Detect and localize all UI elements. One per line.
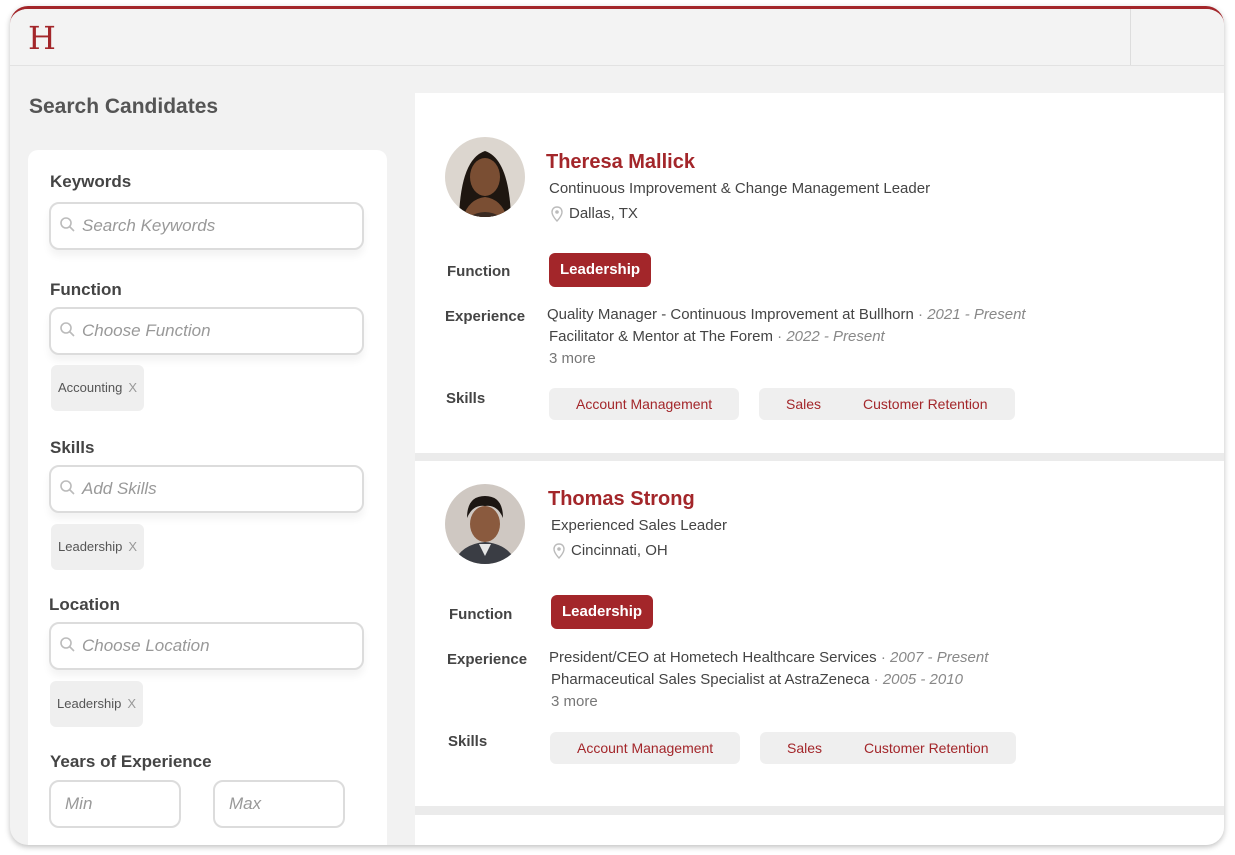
- top-bar: H: [10, 9, 1224, 66]
- function-input[interactable]: Choose Function: [49, 307, 364, 355]
- candidate-location: Cincinnati, OH: [553, 542, 668, 559]
- filter-panel: Keywords Search Keywords Function Choose…: [28, 150, 387, 845]
- skills-chip-leadership: Leadership X: [51, 524, 144, 570]
- search-icon: [60, 217, 75, 232]
- candidate-card[interactable]: [415, 815, 1224, 845]
- min-placeholder: Min: [65, 794, 93, 813]
- chip-remove-button[interactable]: X: [127, 696, 136, 711]
- experience-min-input[interactable]: Min: [49, 780, 181, 828]
- experience-more-link[interactable]: 3 more: [551, 693, 598, 710]
- chip-label: Leadership: [58, 539, 123, 554]
- skill-chip: Sales: [759, 388, 849, 420]
- app-logo[interactable]: H: [28, 19, 56, 57]
- location-pin-icon: [551, 206, 563, 222]
- experience-row-label: Experience: [445, 308, 526, 325]
- skills-placeholder: Add Skills: [82, 479, 157, 498]
- skill-chip: Customer Retention: [836, 388, 1015, 420]
- location-pin-icon: [553, 543, 565, 559]
- app-window: H Search Candidates Keywords Search Keyw…: [10, 6, 1224, 845]
- skill-chip: Customer Retention: [837, 732, 1016, 764]
- chip-label: Accounting: [58, 380, 123, 395]
- experience-item: President/CEO at Hometech Healthcare Ser…: [549, 649, 989, 666]
- function-badge: Leadership: [549, 253, 652, 287]
- skills-row-label: Skills: [446, 390, 486, 407]
- function-badge: Leadership: [551, 595, 654, 629]
- results-list: Theresa Mallick Continuous Improvement &…: [415, 93, 1224, 845]
- candidate-name[interactable]: Theresa Mallick: [546, 151, 695, 174]
- skill-chip: Account Management: [550, 732, 741, 764]
- location-input[interactable]: Choose Location: [49, 622, 364, 670]
- candidate-card[interactable]: Thomas Strong Experienced Sales Leader C…: [415, 461, 1224, 806]
- skills-label: Skills: [50, 438, 95, 457]
- function-row-label: Function: [447, 263, 511, 280]
- sidebar-title: Search Candidates: [29, 95, 219, 118]
- experience-label: Years of Experience: [50, 752, 212, 771]
- experience-item: Quality Manager - Continuous Improvement…: [547, 306, 1026, 323]
- candidate-title: Continuous Improvement & Change Manageme…: [549, 180, 931, 197]
- function-label: Function: [50, 280, 122, 299]
- skill-chip: Sales: [760, 732, 850, 764]
- location-placeholder: Choose Location: [82, 636, 210, 655]
- function-placeholder: Choose Function: [82, 321, 211, 340]
- location-label: Location: [49, 595, 120, 614]
- skills-row-label: Skills: [448, 733, 488, 750]
- max-placeholder: Max: [229, 794, 262, 813]
- chip-label: Leadership: [57, 696, 122, 711]
- chip-remove-button[interactable]: X: [128, 539, 137, 554]
- search-icon: [60, 637, 75, 652]
- candidate-name[interactable]: Thomas Strong: [548, 488, 695, 511]
- candidate-title: Experienced Sales Leader: [551, 517, 727, 534]
- experience-item: Pharmaceutical Sales Specialist at Astra…: [551, 671, 963, 688]
- experience-max-input[interactable]: Max: [213, 780, 345, 828]
- skill-chip: Account Management: [549, 388, 740, 420]
- experience-row-label: Experience: [447, 651, 528, 668]
- topbar-divider: [1130, 9, 1131, 65]
- location-text: Cincinnati, OH: [571, 542, 668, 559]
- candidate-card[interactable]: Theresa Mallick Continuous Improvement &…: [415, 93, 1224, 453]
- search-icon: [60, 480, 75, 495]
- avatar: [445, 137, 525, 217]
- keywords-placeholder: Search Keywords: [82, 216, 216, 235]
- search-icon: [60, 322, 75, 337]
- avatar: [445, 484, 525, 564]
- experience-item: Facilitator & Mentor at The Forem · 2022…: [549, 328, 885, 345]
- keywords-label: Keywords: [50, 172, 132, 191]
- skills-input[interactable]: Add Skills: [49, 465, 364, 513]
- experience-more-link[interactable]: 3 more: [549, 350, 596, 367]
- function-chip-accounting: Accounting X: [51, 365, 144, 411]
- keywords-input[interactable]: Search Keywords: [49, 202, 364, 250]
- chip-remove-button[interactable]: X: [128, 380, 137, 395]
- function-row-label: Function: [449, 606, 513, 623]
- location-text: Dallas, TX: [569, 205, 638, 222]
- location-chip-leadership: Leadership X: [50, 681, 143, 727]
- candidate-location: Dallas, TX: [551, 205, 638, 222]
